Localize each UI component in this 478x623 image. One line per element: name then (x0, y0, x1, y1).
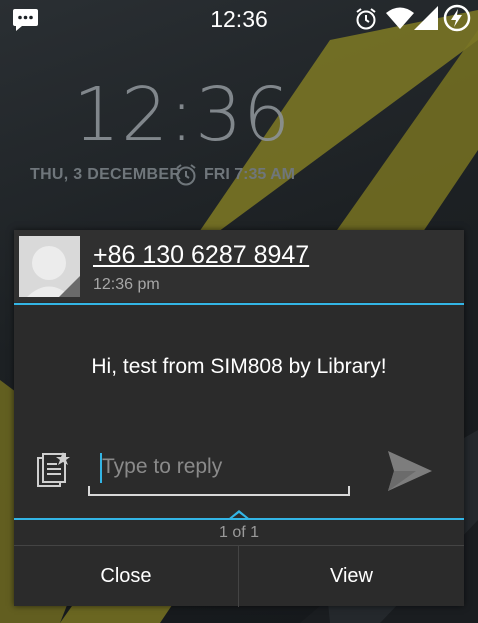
close-button[interactable]: Close (14, 546, 238, 607)
next-alarm-icon (176, 164, 196, 186)
pager-indicator-icon (228, 510, 250, 519)
battery-charging-icon (443, 4, 471, 32)
text-cursor (100, 453, 102, 483)
reply-input[interactable] (88, 446, 350, 488)
wifi-icon (386, 7, 414, 29)
sms-popup: +86 130 6287 8947 12:36 pm Hi, test from… (14, 230, 464, 607)
reply-input-container[interactable] (88, 446, 350, 496)
send-icon[interactable] (386, 449, 434, 493)
header-divider (14, 303, 464, 305)
message-time: 12:36 pm (93, 276, 160, 293)
quick-text-icon[interactable] (36, 452, 70, 488)
lockscreen-date: THU, 3 DECEMBER (30, 166, 182, 183)
message-pager: 1 of 1 (218, 524, 260, 541)
lockscreen-next-alarm: FRI 7:35 AM (204, 166, 295, 183)
reply-input-underline (88, 486, 350, 496)
lockscreen-clock: 12:36 (73, 72, 292, 158)
popup-header: +86 130 6287 8947 12:36 pm (14, 230, 464, 302)
popup-actions: Close View (14, 545, 464, 607)
alarm-icon (356, 8, 376, 30)
cell-signal-icon (414, 6, 438, 30)
contact-placeholder-icon (19, 236, 80, 297)
sender-number[interactable]: +86 130 6287 8947 (93, 241, 309, 270)
view-button[interactable]: View (239, 546, 464, 607)
avatar[interactable] (19, 236, 80, 297)
message-body: Hi, test from SIM808 by Library! (91, 355, 387, 378)
status-bar: 12:36 (0, 0, 478, 38)
